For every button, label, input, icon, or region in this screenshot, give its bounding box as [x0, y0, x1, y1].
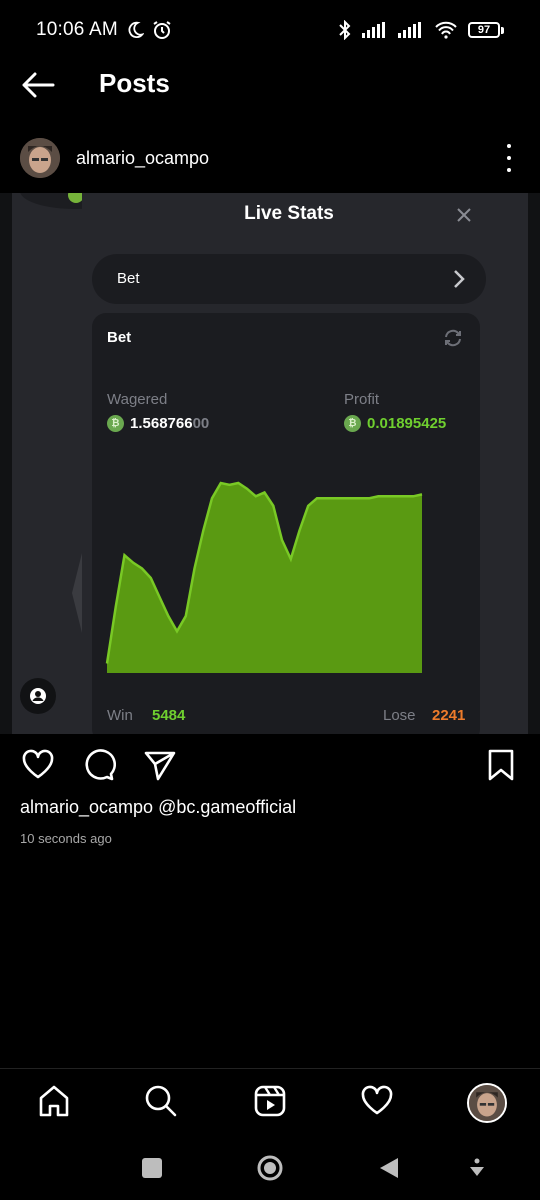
- post-timestamp: 10 seconds ago: [20, 831, 112, 846]
- nav-reels[interactable]: [252, 1083, 288, 1119]
- keyboard-down-icon[interactable]: [468, 1158, 486, 1178]
- avatar[interactable]: [20, 138, 60, 178]
- refresh-icon[interactable]: [442, 327, 464, 349]
- post-username[interactable]: almario_ocampo: [76, 148, 209, 169]
- wifi-icon: [435, 21, 457, 39]
- home-button-icon[interactable]: [256, 1154, 284, 1182]
- nav-activity[interactable]: [359, 1083, 395, 1119]
- more-vertical-icon: [507, 144, 511, 148]
- battery-icon: 97: [468, 22, 504, 38]
- card-title: Bet: [107, 329, 132, 346]
- avatar-image-icon: [469, 1085, 505, 1121]
- profit-chart: [105, 481, 423, 673]
- send-icon[interactable]: [143, 748, 177, 782]
- heart-icon[interactable]: [21, 748, 55, 782]
- caption-mention[interactable]: @bc.gameofficial: [158, 797, 296, 817]
- home-icon: [39, 1085, 69, 1117]
- coin-icon: ₿: [344, 415, 361, 432]
- nav-home[interactable]: [36, 1083, 72, 1119]
- lose-value: 2241: [432, 707, 466, 724]
- stats-card: Bet Wagered ₿ 1.56876600 Profit ₿ 0.0189…: [92, 313, 480, 734]
- comment-icon[interactable]: [82, 748, 116, 782]
- chevron-right-icon: [454, 270, 465, 288]
- battery-level: 97: [468, 22, 500, 38]
- arrow-left-icon: [22, 72, 55, 98]
- lose-label: Lose: [383, 707, 416, 724]
- bluetooth-icon: [339, 20, 351, 40]
- close-button[interactable]: [452, 203, 476, 227]
- profit-value: ₿ 0.01895425: [344, 415, 446, 432]
- win-label: Win: [107, 707, 133, 724]
- alarm-icon: [153, 21, 171, 39]
- post-caption: almario_ocampo @bc.gameofficial: [20, 797, 296, 818]
- recents-icon[interactable]: [141, 1157, 163, 1179]
- wagered-label: Wagered: [107, 391, 168, 408]
- status-time: 10:06 AM: [36, 19, 118, 40]
- status-bar: 10:06 AM 97: [0, 0, 540, 60]
- search-icon: [145, 1085, 177, 1117]
- live-stats-panel: Live Stats Bet Bet Wagered ₿ 1.56876600 …: [82, 193, 496, 734]
- system-nav-bar: [0, 1140, 540, 1200]
- reels-icon: [254, 1085, 286, 1117]
- do-not-disturb-icon: [128, 21, 144, 39]
- top-bar: Posts: [0, 60, 540, 110]
- avatar-image-icon: [20, 138, 60, 178]
- bottom-nav: [0, 1068, 540, 1136]
- bet-type-select[interactable]: Bet: [92, 254, 486, 304]
- nav-profile-avatar[interactable]: [467, 1083, 507, 1123]
- page-title: Posts: [99, 68, 170, 98]
- user-circle-icon: [20, 678, 56, 714]
- profit-label: Profit: [344, 391, 380, 408]
- back-button[interactable]: [20, 70, 56, 100]
- bet-select-label: Bet: [117, 270, 140, 287]
- bookmark-icon[interactable]: [484, 748, 518, 782]
- win-value: 5484: [152, 707, 186, 724]
- coin-icon: ₿: [107, 415, 124, 432]
- post-actions: [0, 748, 540, 788]
- spade-icon: [60, 553, 82, 633]
- live-stats-title: Live Stats: [244, 203, 334, 224]
- wagered-value: ₿ 1.56876600: [107, 415, 209, 432]
- back-triangle-icon[interactable]: [378, 1156, 400, 1180]
- post-image[interactable]: Live Stats Bet Bet Wagered ₿ 1.56876600 …: [0, 193, 540, 734]
- signal-icon: [362, 22, 385, 38]
- caption-username[interactable]: almario_ocampo: [20, 797, 153, 817]
- nav-search[interactable]: [143, 1083, 179, 1119]
- post-header: almario_ocampo: [0, 136, 540, 182]
- chart-area: [107, 483, 422, 673]
- signal-icon-2: [398, 22, 421, 38]
- heart-icon: [361, 1085, 393, 1115]
- more-options-button[interactable]: [498, 144, 520, 172]
- close-icon: [457, 208, 471, 222]
